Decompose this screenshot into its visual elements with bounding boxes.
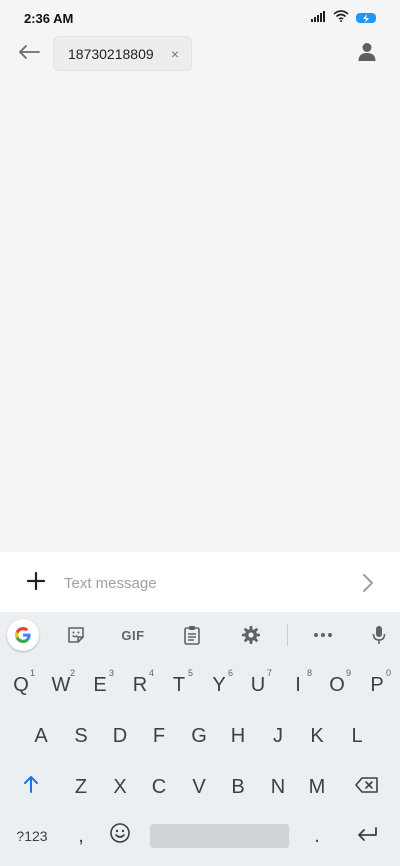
key-k[interactable]: K <box>298 717 336 755</box>
sticker-icon[interactable] <box>59 620 93 650</box>
keyboard: G I F Q 1 W 2 E 3 R 4 T 5 Y 6 U 7 I 8 O 9 … <box>0 612 400 866</box>
comma-key[interactable]: , <box>62 817 100 855</box>
status-time: 2:36 AM <box>24 10 74 26</box>
plus-icon[interactable] <box>25 570 47 592</box>
key-hint: 9 <box>345 668 351 678</box>
person-icon <box>358 42 376 67</box>
google-icon[interactable] <box>7 619 39 651</box>
key-x[interactable]: X <box>101 768 139 806</box>
key-h[interactable]: H <box>219 717 257 755</box>
recipient-number: 18730218809 <box>68 45 154 62</box>
arrow-left-icon <box>18 44 40 65</box>
key-c[interactable]: C <box>140 768 178 806</box>
key-hint: 7 <box>266 668 272 678</box>
key-q[interactable]: Q1 <box>2 666 40 704</box>
key-label: U <box>250 673 266 696</box>
key-a[interactable]: A <box>22 717 60 755</box>
key-z[interactable]: Z <box>62 768 100 806</box>
smiley-icon <box>109 822 131 850</box>
compose-bar <box>0 552 400 612</box>
key-e[interactable]: E3 <box>81 666 119 704</box>
key-y[interactable]: Y6 <box>200 666 238 704</box>
clipboard-icon[interactable] <box>175 620 209 650</box>
key-d[interactable]: D <box>101 717 139 755</box>
key-label: E <box>93 673 107 696</box>
emoji-key[interactable] <box>101 817 139 855</box>
key-hint: 0 <box>385 668 391 678</box>
key-g[interactable]: G <box>180 717 218 755</box>
wifi-icon <box>333 9 349 27</box>
more-icon[interactable] <box>306 620 340 650</box>
key-i[interactable]: I8 <box>279 666 317 704</box>
space-bar[interactable] <box>150 824 289 848</box>
key-hint: 2 <box>69 668 75 678</box>
backspace-key[interactable] <box>348 768 386 806</box>
enter-icon <box>356 825 378 848</box>
key-p[interactable]: P0 <box>358 666 396 704</box>
key-j[interactable]: J <box>259 717 297 755</box>
key-hint: 8 <box>306 668 312 678</box>
remove-recipient-icon[interactable]: × <box>171 46 179 62</box>
recipient-chip[interactable]: 18730218809 × <box>53 36 192 71</box>
gear-icon[interactable] <box>234 620 268 650</box>
key-hint: 5 <box>187 668 193 678</box>
key-hint: 3 <box>108 668 114 678</box>
key-label: W <box>51 673 71 696</box>
toolbar-divider <box>287 624 288 646</box>
message-list <box>0 72 400 552</box>
key-n[interactable]: N <box>259 768 297 806</box>
status-icons <box>311 9 376 27</box>
key-label: O <box>329 673 345 696</box>
contact-button[interactable] <box>356 42 378 66</box>
key-t[interactable]: T5 <box>160 666 198 704</box>
key-r[interactable]: R4 <box>121 666 159 704</box>
key-label: I <box>295 673 301 696</box>
key-hint: 1 <box>29 668 35 678</box>
key-u[interactable]: U7 <box>239 666 277 704</box>
status-bar: 2:36 AM <box>0 0 400 36</box>
key-v[interactable]: V <box>180 768 218 806</box>
key-m[interactable]: M <box>298 768 336 806</box>
period-key[interactable]: . <box>298 817 336 855</box>
chevron-right-icon[interactable] <box>360 572 380 594</box>
enter-key[interactable] <box>348 817 386 855</box>
key-hint: 4 <box>148 668 154 678</box>
key-label: P <box>370 673 384 696</box>
key-label: R <box>132 673 148 696</box>
key-l[interactable]: L <box>338 717 376 755</box>
key-o[interactable]: O9 <box>318 666 356 704</box>
battery-charging-icon <box>356 13 376 23</box>
keyboard-toolbar: GIF <box>0 612 400 658</box>
back-button[interactable] <box>16 42 42 66</box>
key-label: T <box>172 673 186 696</box>
gif-label: GIF <box>121 627 145 643</box>
key-b[interactable]: B <box>219 768 257 806</box>
key-hint: 6 <box>227 668 233 678</box>
key-f[interactable]: F <box>140 717 178 755</box>
signal-icon <box>311 9 326 27</box>
gif-icon[interactable]: GIF <box>116 620 150 650</box>
conversation-header: 18730218809 × <box>0 36 400 72</box>
key-s[interactable]: S <box>62 717 100 755</box>
backspace-icon <box>355 776 379 799</box>
message-input[interactable] <box>64 572 334 594</box>
shift-key[interactable] <box>12 768 50 806</box>
shift-arrow-icon <box>23 775 39 799</box>
key-w[interactable]: W2 <box>42 666 80 704</box>
symbols-key[interactable]: ?123 <box>10 817 54 855</box>
mic-icon[interactable] <box>362 620 396 650</box>
key-label: Q <box>13 673 29 696</box>
key-label: Y <box>212 673 226 696</box>
